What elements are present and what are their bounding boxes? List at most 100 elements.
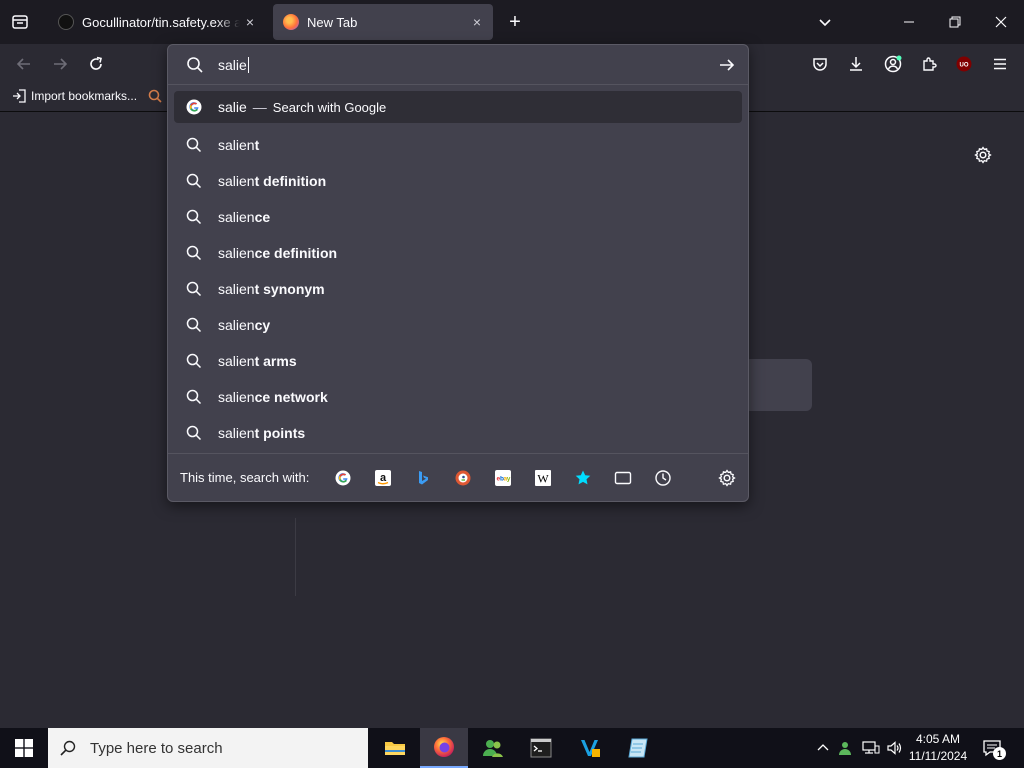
suggestion-completion: ce network	[254, 389, 328, 405]
firefox-view-icon	[12, 15, 28, 29]
search-suggestion[interactable]: salien t	[174, 127, 742, 163]
downloads-button[interactable]	[844, 52, 868, 76]
action-center-button[interactable]: 1	[980, 736, 1006, 760]
tab-new-tab[interactable]: New Tab ×	[273, 4, 493, 40]
folder-icon	[385, 742, 405, 755]
search-bookmarks-button[interactable]	[563, 462, 603, 494]
network-tray-button[interactable]	[860, 728, 882, 768]
engine-ebay-button[interactable]: ebay	[483, 462, 523, 494]
search-suggestion[interactable]: salien cy	[174, 307, 742, 343]
search-suggestion[interactable]: salien ce	[174, 199, 742, 235]
close-window-button[interactable]	[978, 0, 1024, 44]
hamburger-menu-icon	[994, 58, 1006, 70]
taskbar-search-box[interactable]: Type here to search	[48, 728, 368, 768]
history-icon	[655, 469, 672, 486]
search-suggestion[interactable]: salien t synonym	[174, 271, 742, 307]
search-tabs-button[interactable]	[603, 462, 643, 494]
tab-close-button[interactable]: ×	[240, 12, 260, 32]
shortcut-tile[interactable]	[744, 359, 812, 411]
new-tab-button[interactable]: +	[503, 10, 527, 34]
list-all-tabs-button[interactable]	[813, 10, 837, 34]
bing-icon	[419, 470, 429, 484]
taskbar-notepad-app[interactable]	[614, 728, 662, 768]
pocket-button[interactable]	[808, 52, 832, 76]
clock-time: 4:05 AM	[915, 732, 961, 746]
bookmark-favicon-icon	[148, 89, 162, 103]
start-button[interactable]	[0, 728, 48, 768]
urlbar-popup: salie salie — Search with Google salien t…	[167, 44, 749, 502]
engine-amazon-button[interactable]: a	[363, 462, 403, 494]
search-suggestion[interactable]: salien t definition	[174, 163, 742, 199]
taskbar-people-app[interactable]	[469, 728, 517, 768]
engine-bing-button[interactable]	[403, 462, 443, 494]
ublock-origin-icon: UO	[956, 56, 972, 72]
taskbar-clock[interactable]: 4:05 AM 11/11/2024	[900, 731, 976, 765]
go-button[interactable]	[716, 54, 738, 76]
search-suggestion[interactable]: salien ce definition	[174, 235, 742, 271]
close-icon	[995, 16, 1007, 28]
tab-title: New Tab	[307, 14, 358, 30]
suggestion-typed-part: salien	[218, 245, 255, 261]
tabs-icon	[615, 471, 632, 484]
firefox-view-button[interactable]	[6, 10, 34, 34]
urlbar-input[interactable]: salie	[218, 54, 249, 76]
text-caret	[247, 57, 249, 73]
reload-button[interactable]	[84, 52, 108, 76]
forward-button[interactable]	[48, 52, 72, 76]
search-settings-button[interactable]	[716, 467, 738, 489]
arrow-right-icon	[54, 58, 68, 70]
extensions-button[interactable]	[917, 52, 941, 76]
firefox-icon	[283, 14, 299, 30]
taskbar-search-placeholder: Type here to search	[90, 739, 223, 757]
account-button[interactable]	[881, 52, 905, 76]
svg-text:UO: UO	[960, 63, 969, 69]
back-button[interactable]	[12, 52, 36, 76]
reload-icon	[90, 56, 102, 70]
app-menu-button[interactable]	[988, 52, 1012, 76]
tab-github[interactable]: Gocullinator/tin.safety.exe at m ×	[48, 4, 266, 40]
suggestion-typed-part: salien	[218, 173, 255, 189]
show-hidden-icons-button[interactable]	[814, 728, 832, 768]
firefox-icon	[434, 737, 454, 757]
search-icon	[186, 317, 202, 333]
search-suggestion[interactable]: salien t points	[174, 415, 742, 451]
search-icon	[187, 57, 203, 73]
import-bookmarks-button[interactable]: Import bookmarks...	[12, 89, 167, 103]
taskbar-visual-studio-app[interactable]	[566, 728, 614, 768]
search-icon	[186, 173, 202, 189]
newtab-settings-button[interactable]	[972, 144, 994, 166]
heuristic-action: Search with Google	[272, 99, 387, 115]
gear-icon	[974, 146, 992, 164]
arrow-right-icon	[720, 59, 735, 71]
suggestion-typed-part: salien	[218, 317, 255, 333]
arrow-left-icon	[16, 58, 30, 70]
urlbar-results: salie — Search with Google salien t salien…	[174, 91, 742, 451]
puzzle-icon	[923, 57, 937, 71]
ublock-origin-button[interactable]: UO	[952, 52, 976, 76]
search-icon	[186, 353, 202, 369]
engine-wikipedia-button[interactable]: W	[523, 462, 563, 494]
divider	[295, 518, 296, 596]
tab-close-button[interactable]: ×	[467, 12, 487, 32]
urlbar-input-row[interactable]: salie	[168, 45, 748, 85]
heuristic-result[interactable]: salie — Search with Google	[174, 91, 742, 123]
svg-text:W: W	[538, 471, 550, 485]
svg-text:a: a	[380, 472, 387, 484]
heuristic-typed: salie	[218, 99, 247, 115]
search-suggestion[interactable]: salien ce network	[174, 379, 742, 415]
minimize-button[interactable]	[886, 0, 932, 44]
search-history-button[interactable]	[643, 462, 683, 494]
engine-duckduckgo-button[interactable]	[443, 462, 483, 494]
suggestion-completion: ce	[254, 209, 271, 225]
import-icon	[13, 89, 26, 103]
tray-people[interactable]	[836, 728, 856, 768]
taskbar-file-explorer[interactable]	[371, 728, 419, 768]
engine-google-button[interactable]	[323, 462, 363, 494]
chevron-down-icon	[819, 19, 831, 27]
account-icon	[884, 55, 902, 73]
search-suggestion[interactable]: salien t arms	[174, 343, 742, 379]
taskbar-terminal[interactable]	[517, 728, 565, 768]
taskbar-firefox[interactable]	[420, 728, 468, 768]
urlbar-input-value: salie	[218, 57, 247, 73]
restore-button[interactable]	[932, 0, 978, 44]
